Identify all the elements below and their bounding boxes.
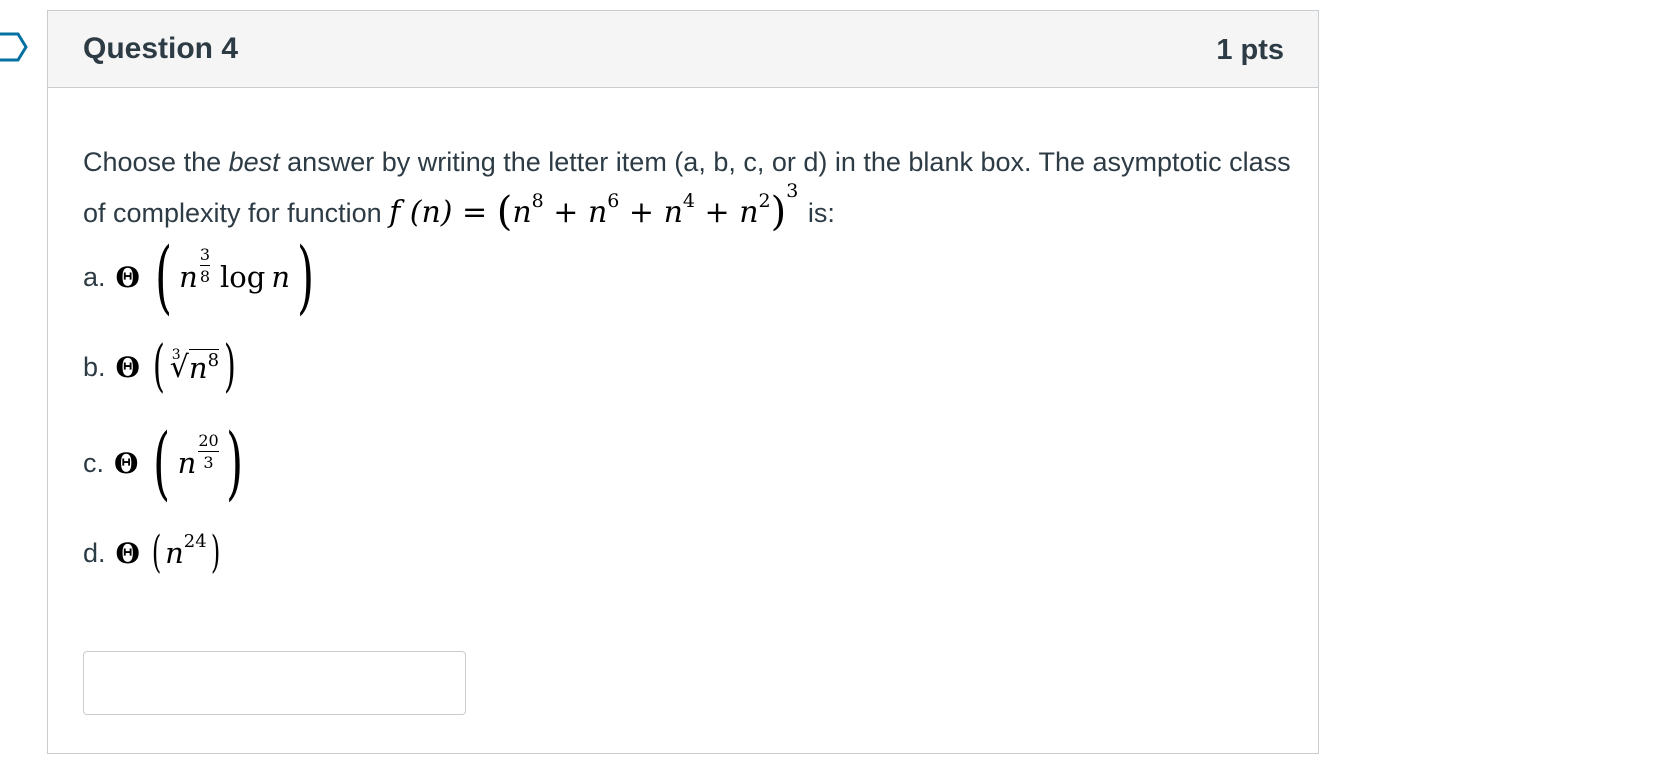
open-paren: ( [153, 416, 171, 509]
answer-input[interactable] [83, 651, 466, 715]
open-paren: ( [152, 334, 165, 399]
close-paren: ) [223, 334, 236, 399]
option-c: c. Θ ( n 20 3 ) [83, 423, 250, 503]
question-points: 1 pts [1216, 34, 1284, 66]
theta-symbol: Θ [115, 260, 140, 294]
theta-symbol: Θ [114, 446, 139, 480]
close-paren: ) [210, 527, 220, 578]
log-argument: n [271, 260, 291, 294]
question-header: Question 4 1 pts [48, 11, 1318, 88]
option-base: n [165, 536, 184, 570]
option-base: n [177, 446, 197, 480]
prompt-emphasis: best [228, 147, 280, 177]
fraction-exponent: 3 8 [199, 244, 211, 286]
option-d: d. Θ ( n 24 ) [83, 531, 224, 575]
theta-symbol: Θ [115, 536, 140, 570]
flag-question-icon[interactable] [0, 32, 28, 62]
open-paren: ( [154, 230, 173, 323]
theta-symbol: Θ [115, 350, 140, 384]
prompt-text-1: Choose the [83, 147, 229, 177]
question-title: Question 4 [83, 32, 239, 65]
function-formula: f (n) = (n8 + n6 + n4 + n2)3 [389, 180, 799, 235]
option-letter: b. [83, 351, 106, 382]
fraction-exponent: 20 3 [198, 430, 219, 472]
prompt-text-3: is: [807, 198, 835, 228]
option-letter: a. [83, 261, 106, 292]
option-base: n [179, 260, 198, 294]
open-paren: ( [151, 527, 162, 578]
question-prompt: Choose the best answer by writing the le… [83, 141, 1293, 235]
log-function: log [220, 260, 266, 294]
option-letter: d. [83, 537, 106, 568]
option-exponent: 24 [183, 530, 207, 552]
question-card: Question 4 1 pts Choose the best answer … [47, 10, 1319, 754]
close-paren: ) [225, 416, 243, 509]
close-paren: ) [297, 230, 315, 323]
option-b: b. Θ ( 3 √ n8 ) [83, 339, 241, 395]
cube-root: 3 √ n8 [169, 347, 220, 385]
option-a: a. Θ ( n 3 8 log n ) [83, 237, 321, 317]
option-letter: c. [83, 447, 105, 478]
